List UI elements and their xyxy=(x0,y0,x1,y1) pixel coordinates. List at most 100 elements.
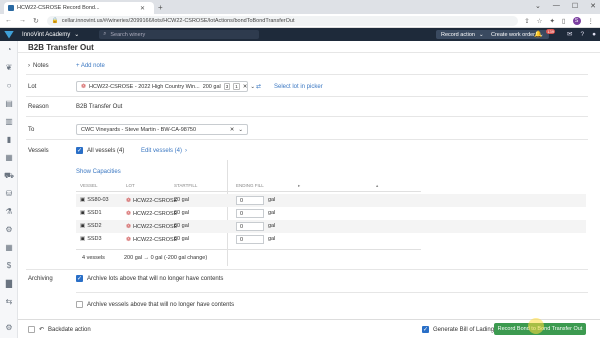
winery-switcher[interactable]: InnoVint Academy ⌄ xyxy=(22,31,80,39)
archive-lots-label: Archive lots above that will no longer h… xyxy=(87,275,224,282)
divider xyxy=(76,292,588,293)
start-fill-cell: 60 gal xyxy=(174,223,189,229)
vessel-count: 4 vessels xyxy=(82,255,105,261)
swap-icon[interactable]: ⇄ xyxy=(256,83,261,90)
ending-fill-input[interactable]: 0 xyxy=(236,222,264,231)
dollar-icon[interactable]: $ xyxy=(4,261,14,271)
app-header: InnoVint Academy ⌄ ⌕ Search winery Recor… xyxy=(0,28,600,41)
grid-icon[interactable]: ▦ xyxy=(4,243,14,253)
vessel-name: SSD2 xyxy=(87,223,102,229)
flask-icon[interactable]: ⚗ xyxy=(4,207,14,217)
profile-icon[interactable]: ● xyxy=(592,31,596,38)
minimize-icon[interactable]: — xyxy=(553,2,560,10)
profile-avatar[interactable]: S xyxy=(572,16,581,25)
lot-select[interactable]: ❁ HCW22-CSROSE - 2022 High Country Win..… xyxy=(76,81,255,92)
window-controls: ⌄ — ☐ ✕ xyxy=(535,2,596,10)
forward-icon[interactable]: → xyxy=(19,17,26,25)
show-capacities-link[interactable]: Show Capacities xyxy=(76,169,121,175)
vessel-name: SSD3 xyxy=(87,236,102,242)
tank-icon: ▣ xyxy=(80,223,86,229)
add-note-link[interactable]: + Add note xyxy=(76,63,105,69)
reload-icon[interactable]: ↻ xyxy=(33,17,39,25)
checkbox-checked-icon: ✓ xyxy=(76,147,83,154)
help-icon[interactable]: ? xyxy=(580,31,584,38)
tank-icon: ▣ xyxy=(80,236,86,242)
extensions-icon[interactable]: ✦ xyxy=(549,17,554,25)
lot-code: HCW22-CSROSE xyxy=(133,197,178,204)
lot-code: HCW22-CSROSE xyxy=(133,236,178,243)
reason-value: B2B Transfer Out xyxy=(76,104,123,110)
column-header: Ending fill xyxy=(236,183,264,188)
all-vessels-checkbox[interactable]: ✓ All vessels (4) xyxy=(76,147,124,154)
lot-count-a: 3 xyxy=(223,83,231,90)
divider xyxy=(26,269,588,270)
back-icon[interactable]: ← xyxy=(5,17,12,25)
star-icon[interactable]: ☆ xyxy=(537,17,543,25)
bill-of-lading-checkbox[interactable]: ✓ Generate Bill of Lading xyxy=(422,326,494,333)
chat-icon[interactable]: ✉ xyxy=(567,30,572,38)
backdate-checkbox[interactable]: ↶ Backdate action xyxy=(28,326,91,333)
cursor-highlight xyxy=(528,318,544,334)
start-fill-cell: 60 gal xyxy=(174,210,189,216)
to-select[interactable]: CWC Vineyards - Steve Martin - BW-CA-987… xyxy=(76,124,248,135)
page-header: B2B Transfer Out xyxy=(18,41,600,53)
vessel-cell: ▣ SSD1 xyxy=(80,210,102,216)
clear-icon[interactable]: ✕ xyxy=(243,84,248,90)
tank-icon[interactable]: ▮ xyxy=(4,135,14,145)
create-work-order-label: Create work order xyxy=(491,31,536,38)
settings-cogs-icon[interactable]: ⚙ xyxy=(4,225,14,235)
ending-fill-input[interactable]: 0 xyxy=(236,209,264,218)
sidepanel-icon[interactable]: ▯ xyxy=(562,17,566,25)
archive-lots-checkbox[interactable]: ✓ Archive lots above that will no longer… xyxy=(76,275,223,282)
grapes-icon[interactable]: ❦ xyxy=(4,63,14,73)
url-field[interactable]: 🔒 cellar.innovint.us/#/wineries/2099166/… xyxy=(46,15,519,26)
clear-icon[interactable]: ✕ xyxy=(230,127,235,133)
dashboard-icon[interactable]: ◔ xyxy=(4,45,14,55)
truck-icon[interactable]: ⛟ xyxy=(4,171,14,181)
notes-label: Notes xyxy=(33,63,49,69)
maximize-icon[interactable]: ☐ xyxy=(572,2,578,10)
lot-color-icon: ❁ xyxy=(126,198,132,204)
chevron-down-icon: ⌄ xyxy=(478,31,484,38)
share-icon[interactable]: ⇪ xyxy=(524,17,529,25)
sort-icon[interactable]: ▸ xyxy=(298,183,300,191)
lock-icon: 🔒 xyxy=(51,17,59,24)
close-window-icon[interactable]: ✕ xyxy=(590,2,596,10)
chevron-right-icon: › xyxy=(185,148,188,154)
chevron-down-icon: ⌄ xyxy=(250,83,255,90)
record-action-button[interactable]: Record action ⌄ xyxy=(436,30,489,39)
browser-tab[interactable]: HCW22-CSROSE Record Bond... ✕ xyxy=(4,2,154,14)
tank-icon: ▣ xyxy=(80,210,86,216)
checkbox-unchecked-icon xyxy=(28,326,35,333)
archive-vessels-checkbox[interactable]: Archive vessels above that will no longe… xyxy=(76,301,234,308)
vessels-label: Vessels xyxy=(28,148,49,154)
notifications-icon[interactable]: 🔔 xyxy=(534,30,542,38)
barrels-icon[interactable]: ⛁ xyxy=(4,189,14,199)
lot-label: Lot xyxy=(28,84,37,90)
select-lot-in-picker-link[interactable]: Select lot in picker xyxy=(274,84,323,90)
new-tab-icon[interactable]: + xyxy=(158,3,163,12)
search-input[interactable]: ⌕ Search winery xyxy=(99,30,260,39)
checkbox-unchecked-icon xyxy=(76,301,83,308)
reason-label: Reason xyxy=(28,104,49,110)
chevron-down-icon: ⌄ xyxy=(74,32,80,38)
edit-vessels-link[interactable]: Edit vessels (4) › xyxy=(141,148,187,154)
chevron-down-icon[interactable]: ⌄ xyxy=(535,2,541,10)
notes-toggle[interactable]: › Notes xyxy=(28,63,49,69)
inventory-icon[interactable]: ⇆ xyxy=(4,297,14,307)
clipboard-icon[interactable]: ▥ xyxy=(4,117,14,127)
innovint-logo-icon[interactable] xyxy=(4,30,14,39)
circle-icon[interactable]: ○ xyxy=(4,81,14,91)
sort-icon[interactable]: ▴ xyxy=(376,183,378,191)
close-tab-icon[interactable]: ✕ xyxy=(140,5,145,12)
ending-fill-input[interactable]: 0 xyxy=(236,235,264,244)
app-name: InnoVint Academy xyxy=(22,31,71,38)
document-icon[interactable]: ▤ xyxy=(4,99,14,109)
lot-cell: ❁ HCW22-CSROSE xyxy=(126,210,177,218)
gear-icon[interactable]: ⚙ xyxy=(4,323,14,333)
bar-chart-icon[interactable]: ▇ xyxy=(4,279,14,289)
menu-dots-icon[interactable]: ⋮ xyxy=(588,17,595,25)
ending-fill-input[interactable]: 0 xyxy=(236,196,264,205)
search-icon: ⌕ xyxy=(103,31,107,37)
calendar-icon[interactable]: ▦ xyxy=(4,153,14,163)
